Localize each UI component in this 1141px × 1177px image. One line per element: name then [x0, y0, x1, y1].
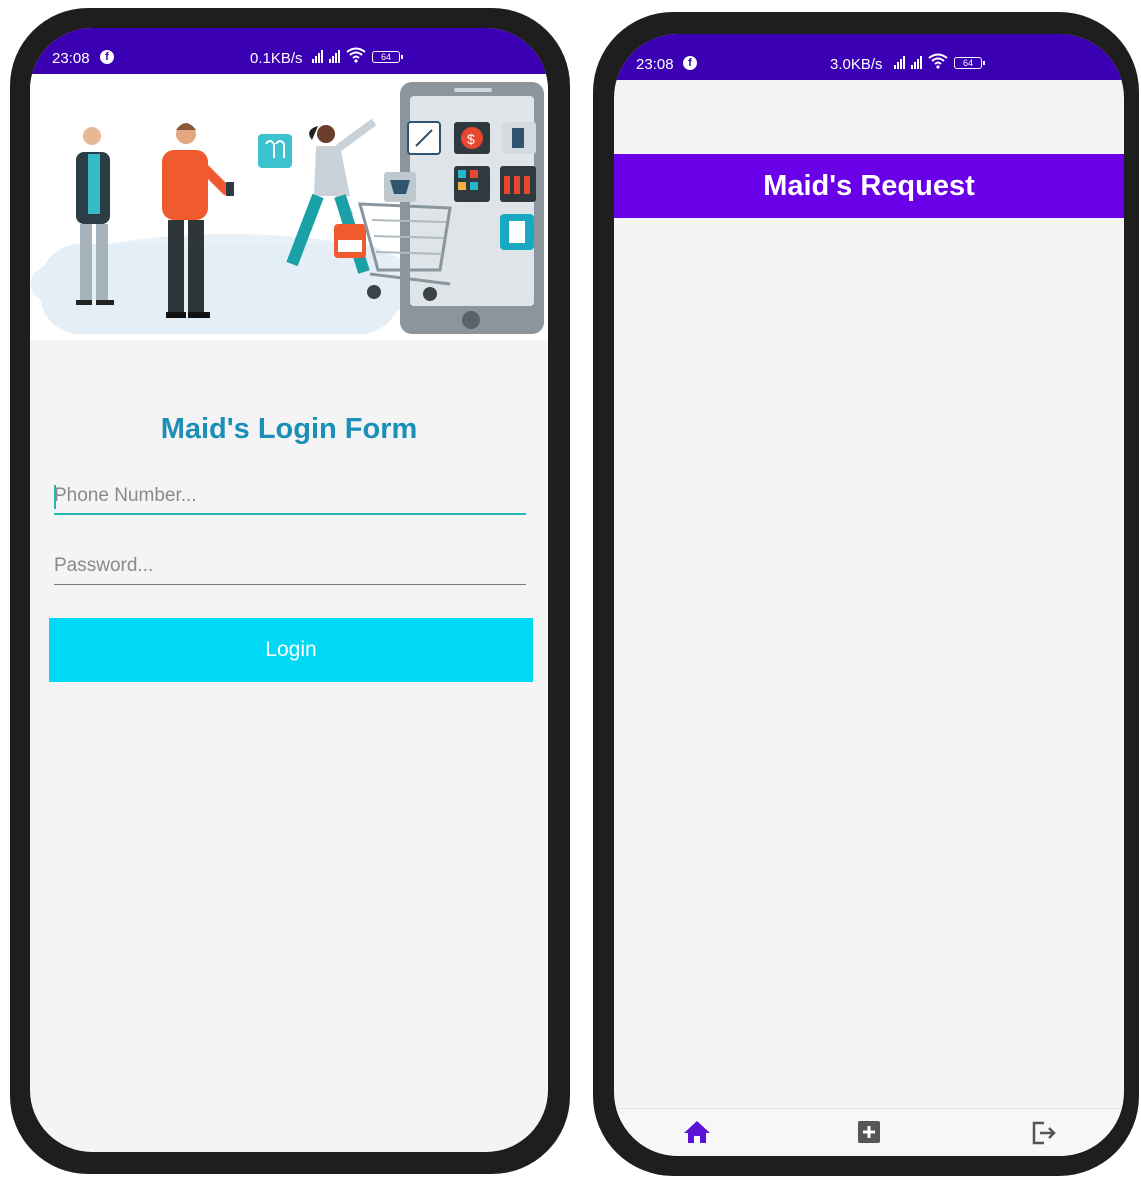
battery-icon: 64: [372, 51, 403, 63]
signal-icon: [911, 55, 922, 69]
login-screen: 23:08 f 0.1KB/s 64 $ Maid's Login Form P…: [30, 28, 548, 1152]
home-icon: [684, 1121, 710, 1143]
svg-text:$: $: [467, 131, 475, 147]
bottom-navigation: [614, 1108, 1124, 1156]
status-time: 23:08: [52, 50, 90, 67]
shopping-illustration-graphic: $: [30, 82, 544, 334]
field-underline: [54, 513, 526, 515]
nav-logout-button[interactable]: [1028, 1119, 1062, 1149]
password-field[interactable]: [54, 549, 526, 585]
battery-icon: 64: [954, 57, 985, 69]
wifi-icon: [928, 53, 948, 69]
status-bar: 23:08 f 3.0KB/s 64: [614, 34, 1124, 80]
signal-icon: [312, 49, 323, 63]
phone-number-input[interactable]: [54, 479, 526, 513]
add-box-icon: [858, 1121, 880, 1143]
logout-icon: [1032, 1121, 1056, 1145]
nav-home-button[interactable]: [682, 1119, 716, 1149]
signal-icon: [894, 55, 905, 69]
left-phone-frame: 23:08 f 0.1KB/s 64 $ Maid's Login Form P…: [10, 8, 570, 1174]
field-underline: [54, 583, 526, 585]
page-title: Maid's Request: [614, 154, 1124, 218]
status-time: 23:08: [636, 56, 674, 73]
right-phone-frame: 23:08 f 3.0KB/s 64 Maid's Request: [593, 12, 1139, 1176]
wifi-icon: [346, 47, 366, 63]
facebook-icon: f: [100, 50, 114, 64]
signal-icon: [329, 49, 340, 63]
shopping-illustration: $: [30, 74, 548, 340]
status-bar: 23:08 f 0.1KB/s 64: [30, 28, 548, 74]
nav-add-button[interactable]: [854, 1119, 888, 1149]
password-input[interactable]: [54, 549, 526, 583]
requests-screen: 23:08 f 3.0KB/s 64 Maid's Request: [614, 34, 1124, 1156]
login-button[interactable]: Login: [49, 618, 533, 682]
text-cursor: [54, 485, 56, 509]
network-speed: 0.1KB/s: [250, 50, 303, 67]
facebook-icon: f: [683, 56, 697, 70]
login-form-title: Maid's Login Form: [160, 413, 418, 445]
phone-number-field[interactable]: [54, 479, 526, 515]
network-speed: 3.0KB/s: [830, 56, 883, 73]
